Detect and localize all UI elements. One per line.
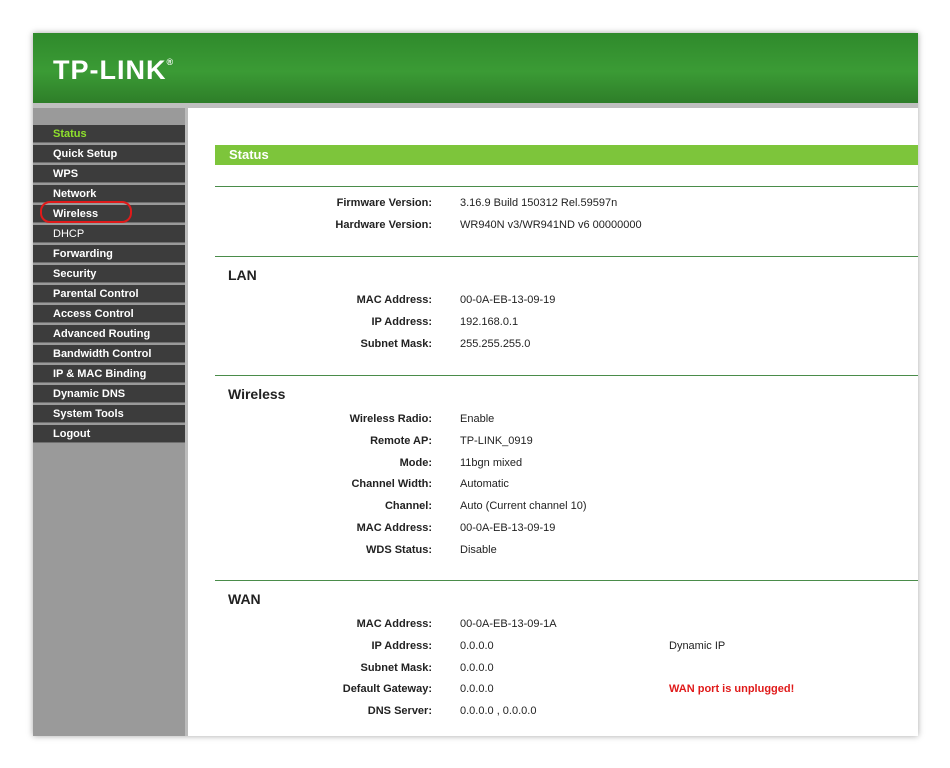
lan-mac-value: 00-0A-EB-13-09-19 [460,294,556,306]
lan-mac-row: MAC Address: 00-0A-EB-13-09-19 [188,294,918,314]
lan-mask-row: Subnet Mask: 255.255.255.0 [188,338,918,358]
wan-mask-row: Subnet Mask: 0.0.0.0 [188,662,918,682]
sidebar-item-logout[interactable]: Logout [33,425,185,443]
wireless-mode-value: 11bgn mixed [460,457,523,469]
wireless-wds-row: WDS Status: Disable [188,544,918,564]
divider-top [215,186,918,187]
wireless-radio-row: Wireless Radio: Enable [188,413,918,433]
wireless-wds-value: Disable [460,544,497,556]
wireless-width-label: Channel Width: [351,478,432,490]
firmware-value: 3.16.9 Build 150312 Rel.59597n [460,197,618,209]
divider-lan [215,256,918,257]
wan-mac-row: MAC Address: 00-0A-EB-13-09-1A [188,618,918,638]
wireless-remote-label: Remote AP: [370,435,432,447]
wan-dns-row: DNS Server: 0.0.0.0 , 0.0.0.0 [188,705,918,725]
wireless-channel-value: Auto (Current channel 10) [460,500,587,512]
divider-wireless [215,375,918,376]
wireless-mac-value: 00-0A-EB-13-09-19 [460,522,556,534]
wan-section-title: WAN [228,591,261,607]
wan-mac-value: 00-0A-EB-13-09-1A [460,618,557,630]
wan-ip-row: IP Address: 0.0.0.0 Dynamic IP [188,640,918,660]
wireless-remote-row: Remote AP: TP-LINK_0919 [188,435,918,455]
sidebar-item-bandwidth-control[interactable]: Bandwidth Control [33,345,185,363]
lan-mac-label: MAC Address: [356,294,432,306]
hardware-label: Hardware Version: [335,219,432,231]
sidebar-item-advanced-routing[interactable]: Advanced Routing [33,325,185,343]
wan-dns-label: DNS Server: [367,705,432,717]
sidebar-item-wireless[interactable]: Wireless [33,201,185,223]
lan-ip-row: IP Address: 192.168.0.1 [188,316,918,336]
lan-section-title: LAN [228,267,257,283]
sidebar-item-quick-setup[interactable]: Quick Setup [33,145,185,163]
sidebar-item-status[interactable]: Status [33,125,185,143]
sidebar-menu: Status Quick Setup WPS Network Wireless … [33,125,185,445]
wireless-section-title: Wireless [228,386,286,402]
sidebar-item-ip-mac-binding[interactable]: IP & MAC Binding [33,365,185,383]
status-title-bar: Status [215,145,918,165]
sidebar-item-dynamic-dns[interactable]: Dynamic DNS [33,385,185,403]
wireless-radio-value: Enable [460,413,495,425]
sidebar-item-forwarding[interactable]: Forwarding [33,245,185,263]
wan-mask-label: Subnet Mask: [360,662,432,674]
firmware-row: Firmware Version: 3.16.9 Build 150312 Re… [188,197,918,217]
wan-mask-value: 0.0.0.0 [460,662,494,674]
lan-ip-value: 192.168.0.1 [460,316,519,328]
lan-ip-label: IP Address: [371,316,432,328]
wan-ip-label: IP Address: [371,640,432,652]
wan-gateway-label: Default Gateway: [342,683,432,695]
wireless-mac-row: MAC Address: 00-0A-EB-13-09-19 [188,522,918,542]
wireless-wds-label: WDS Status: [366,544,432,556]
sidebar-item-wps[interactable]: WPS [33,165,185,183]
wireless-mac-label: MAC Address: [356,522,432,534]
wan-dns-value: 0.0.0.0 , 0.0.0.0 [460,705,537,717]
wan-gateway-value: 0.0.0.0 [460,683,494,695]
header-banner: TP-LINK® [33,33,918,103]
wireless-mode-row: Mode: 11bgn mixed [188,457,918,477]
hardware-value: WR940N v3/WR941ND v6 00000000 [460,219,642,231]
divider-wan [215,580,918,581]
logo-text: TP-LINK [53,55,167,85]
wireless-mode-label: Mode: [399,457,432,469]
sidebar-item-system-tools[interactable]: System Tools [33,405,185,423]
status-content: Status Firmware Version: 3.16.9 Build 15… [188,108,918,736]
wireless-channel-label: Channel: [384,500,432,512]
registered-mark: ® [166,57,175,67]
firmware-label: Firmware Version: [336,197,432,209]
router-admin-window: TP-LINK® Status Quick Setup WPS Network … [33,33,918,736]
sidebar-item-security[interactable]: Security [33,265,185,283]
sidebar-item-parental-control[interactable]: Parental Control [33,285,185,303]
lan-mask-value: 255.255.255.0 [460,338,531,350]
wan-mac-label: MAC Address: [356,618,432,630]
hardware-row: Hardware Version: WR940N v3/WR941ND v6 0… [188,219,918,239]
wireless-radio-label: Wireless Radio: [349,413,432,425]
sidebar-item-dhcp[interactable]: DHCP [33,225,185,243]
wan-connection-type: Dynamic IP [669,640,726,652]
wireless-width-value: Automatic [460,478,509,490]
lan-mask-label: Subnet Mask: [360,338,432,350]
wireless-remote-value: TP-LINK_0919 [460,435,533,447]
wan-unplugged-warning: WAN port is unplugged! [669,683,795,695]
wireless-width-row: Channel Width: Automatic [188,478,918,498]
sidebar-item-access-control[interactable]: Access Control [33,305,185,323]
wan-ip-value: 0.0.0.0 [460,640,494,652]
wan-gateway-row: Default Gateway: 0.0.0.0 WAN port is unp… [188,683,918,703]
tp-link-logo: TP-LINK® [53,55,174,86]
sidebar: Status Quick Setup WPS Network Wireless … [33,108,188,736]
wireless-channel-row: Channel: Auto (Current channel 10) [188,500,918,520]
